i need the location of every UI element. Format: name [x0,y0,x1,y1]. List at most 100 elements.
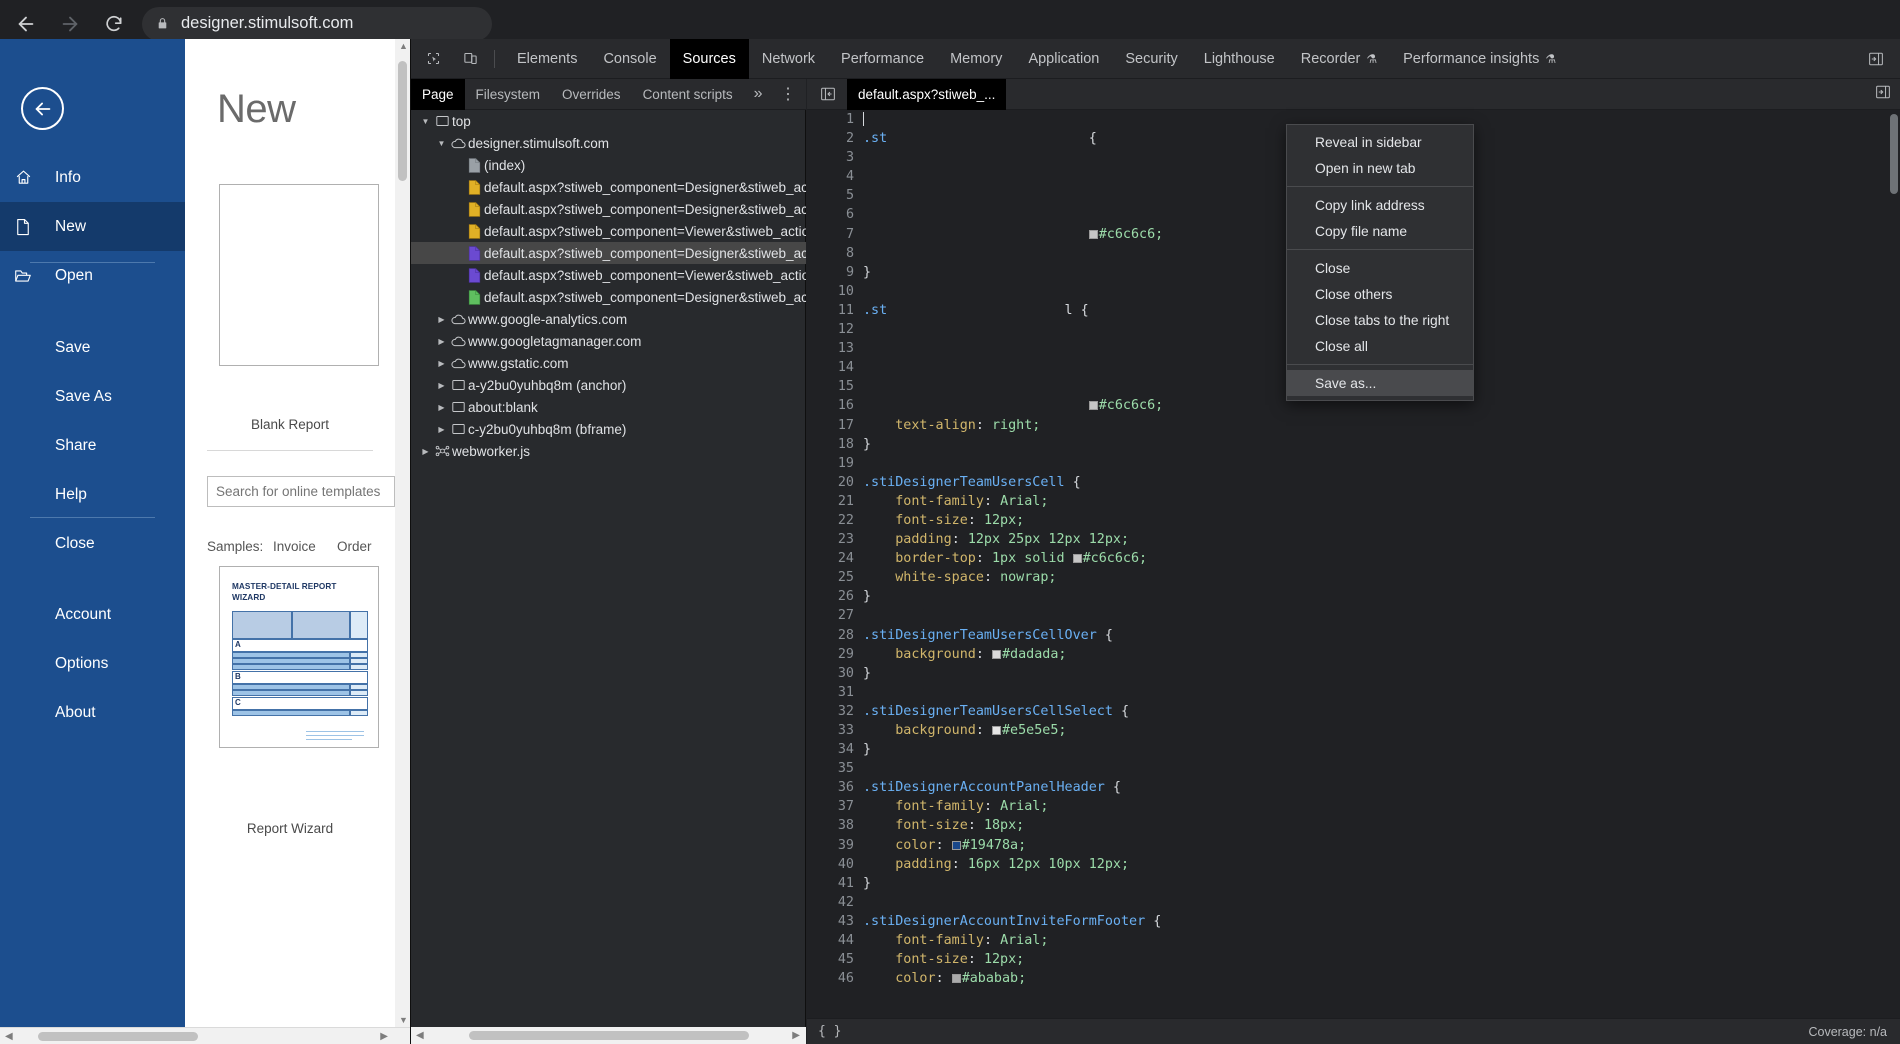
tree-item[interactable]: default.aspx?stiweb_component=Designer&s… [411,176,806,198]
chevron-right-icon[interactable]: ▶ [435,337,448,346]
device-toolbar-icon[interactable] [455,45,485,73]
tab-console[interactable]: Console [590,39,669,79]
context-menu-item-close-others[interactable]: Close others [1287,281,1473,307]
menu-item-share[interactable]: Share [0,421,185,470]
menu-item-open[interactable]: Open [0,251,185,300]
tab-recorder[interactable]: Recorder ⚗ [1288,39,1390,79]
cursor-select-icon[interactable] [418,45,448,73]
tree-item[interactable]: default.aspx?stiweb_component=Designer&s… [411,286,806,308]
format-braces-icon[interactable]: { } [818,1024,841,1039]
tab-security[interactable]: Security [1112,39,1190,79]
scroll-down-icon[interactable]: ▼ [399,1015,408,1025]
reload-button[interactable] [96,6,132,42]
page-horizontal-scrollbar[interactable]: ◀ ▶ [0,1027,410,1044]
tree-item[interactable]: ▶ c-y2bu0yuhbq8m (bframe) [411,418,806,440]
forward-button[interactable] [52,6,88,42]
navigator-tab-filesystem[interactable]: Filesystem [465,79,552,110]
expand-panel-icon[interactable] [1861,45,1891,73]
back-button[interactable] [8,6,44,42]
page-hscroll-thumb[interactable] [38,1032,198,1041]
menu-item-info[interactable]: Info [0,153,185,202]
tree-item[interactable]: default.aspx?stiweb_component=Designer&s… [411,198,806,220]
chevron-right-icon[interactable]: ▶ [435,381,448,390]
color-swatch[interactable] [1072,554,1082,564]
tree-item[interactable]: (index) [411,154,806,176]
vertical-dots-icon[interactable]: ⋮ [780,84,796,104]
tab-performance-insights[interactable]: Performance insights ⚗ [1390,39,1569,79]
context-menu-item-close-tabs-to-the-right[interactable]: Close tabs to the right [1287,307,1473,333]
tree-item[interactable]: ▼ top [411,110,806,132]
chevron-right-icon[interactable]: ▶ [435,359,448,368]
menu-item-save-as[interactable]: Save As [0,372,185,421]
tree-item[interactable]: ▶ www.googletagmanager.com [411,330,806,352]
sample-link-invoice[interactable]: Invoice [273,539,316,554]
chevron-right-icon[interactable]: ▶ [435,425,448,434]
menu-item-new[interactable]: New [0,202,185,251]
tree-item[interactable]: ▶ webworker.js [411,440,806,462]
navigator-hscroll-thumb[interactable] [469,1031,749,1040]
color-swatch[interactable] [992,726,1001,735]
tree-item[interactable]: ▶ www.google-analytics.com [411,308,806,330]
scroll-up-icon[interactable]: ▲ [399,41,408,51]
tab-elements[interactable]: Elements [504,39,590,79]
tab-memory[interactable]: Memory [937,39,1015,79]
address-bar[interactable]: designer.stimulsoft.com [142,6,492,41]
context-menu-item-close-all[interactable]: Close all [1287,333,1473,359]
context-menu-item-close[interactable]: Close [1287,255,1473,281]
chevron-down-icon[interactable]: ▼ [419,117,432,126]
report-wizard-thumbnail[interactable]: MASTER-DETAIL REPORT WIZARD A B C [219,566,379,748]
color-swatch[interactable] [951,840,961,850]
tab-context-menu[interactable]: Reveal in sidebar Open in new tab Copy lin… [1286,124,1474,401]
navigator-horizontal-scrollbar[interactable]: ◀ ▶ [411,1027,806,1044]
scroll-right-icon[interactable]: ▶ [792,1030,800,1041]
scroll-left-icon[interactable]: ◀ [416,1030,424,1041]
color-swatch[interactable] [951,974,961,984]
context-menu-item-open-in-new-tab[interactable]: Open in new tab [1287,155,1473,181]
context-menu-item-save-as[interactable]: Save as... [1287,370,1473,396]
context-menu-item-copy-file-name[interactable]: Copy file name [1287,218,1473,244]
show-debugger-icon[interactable] [1875,85,1891,104]
color-swatch[interactable] [1088,229,1098,239]
tab-performance[interactable]: Performance [828,39,937,79]
tree-item[interactable]: ▶ www.gstatic.com [411,352,806,374]
chevron-right-icon[interactable]: ▶ [419,447,432,456]
chevron-down-icon[interactable]: ▼ [435,139,448,148]
color-swatch[interactable] [992,649,1001,659]
tree-item[interactable]: default.aspx?stiweb_component=Viewer&sti… [411,264,806,286]
chevron-double-right-icon[interactable]: » [744,85,773,103]
circle-arrow-left-icon[interactable] [21,87,64,130]
editor-vertical-scrollbar[interactable] [1887,110,1900,1010]
tree-item[interactable]: ▶ about:blank [411,396,806,418]
tree-item[interactable]: ▼ designer.stimulsoft.com [411,132,806,154]
search-input[interactable] [207,476,395,507]
tab-lighthouse[interactable]: Lighthouse [1191,39,1288,79]
blank-report-thumbnail[interactable] [219,184,379,366]
scroll-left-icon[interactable]: ◀ [5,1031,13,1042]
chevron-right-icon[interactable]: ▶ [435,315,448,324]
navigator-tab-overrides[interactable]: Overrides [551,79,632,110]
navigator-tab-content-scripts[interactable]: Content scripts [632,79,744,110]
sample-link-order[interactable]: Order [337,539,372,554]
show-navigator-icon[interactable] [815,83,841,105]
navigator-tab-page[interactable]: Page [411,78,465,110]
menu-item-save[interactable]: Save [0,323,185,372]
tab-sources[interactable]: Sources [669,38,749,79]
page-vertical-scrollbar[interactable]: ▲ ▼ [395,39,410,1027]
menu-item-options[interactable]: Options [0,639,185,688]
color-swatch[interactable] [1088,401,1098,411]
context-menu-item-reveal-in-sidebar[interactable]: Reveal in sidebar [1287,129,1473,155]
file-tree[interactable]: ▼ top ▼ designer.stimulsoft.com (index) defau… [411,110,806,1010]
editor-tab-active[interactable]: default.aspx?stiweb_... [847,78,1007,110]
page-vscroll-thumb[interactable] [398,61,407,181]
menu-item-account[interactable]: Account [0,590,185,639]
tab-network[interactable]: Network [749,39,828,79]
context-menu-item-copy-link-address[interactable]: Copy link address [1287,192,1473,218]
editor-vscroll-thumb[interactable] [1890,114,1898,194]
tree-item[interactable]: ▶ a-y2bu0yuhbq8m (anchor) [411,374,806,396]
menu-item-help[interactable]: Help [0,470,185,519]
menu-item-close[interactable]: Close [0,519,185,568]
tree-item[interactable]: default.aspx?stiweb_component=Designer&s… [411,242,806,264]
tree-item[interactable]: default.aspx?stiweb_component=Viewer&sti… [411,220,806,242]
chevron-right-icon[interactable]: ▶ [435,403,448,412]
tab-application[interactable]: Application [1015,39,1112,79]
